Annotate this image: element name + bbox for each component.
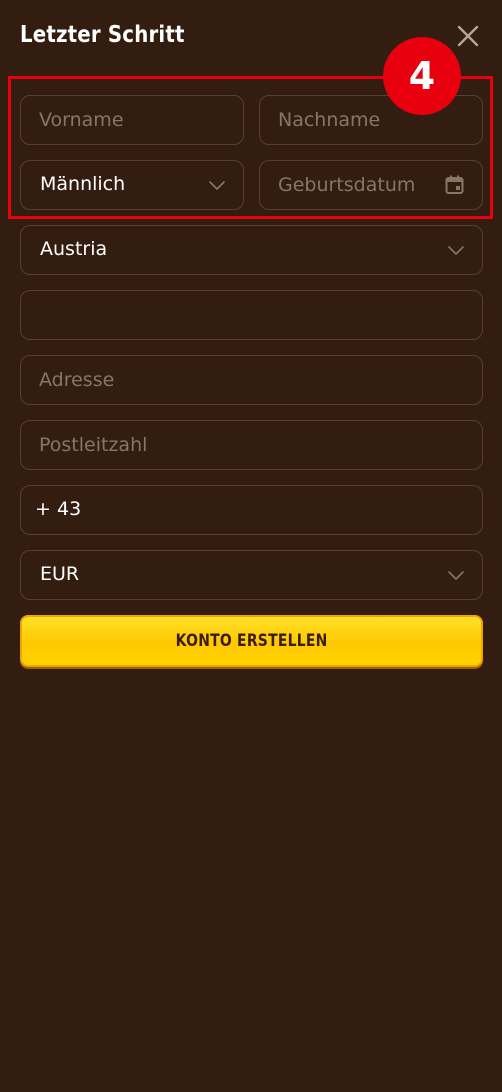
gender-select[interactable]: Männlich bbox=[20, 160, 244, 210]
postal-code-field[interactable] bbox=[20, 420, 483, 470]
close-button[interactable] bbox=[456, 24, 480, 48]
create-account-button[interactable]: KONTO ERSTELLEN bbox=[20, 615, 483, 667]
phone-country-code[interactable]: 43 bbox=[57, 486, 81, 533]
chevron-down-icon bbox=[448, 246, 464, 255]
birthdate-field[interactable] bbox=[259, 160, 483, 210]
city-input[interactable] bbox=[21, 291, 482, 339]
currency-selected-value: EUR bbox=[40, 563, 80, 585]
currency-select[interactable]: EUR bbox=[20, 550, 483, 600]
postal-code-input[interactable] bbox=[21, 421, 482, 469]
first-name-field[interactable] bbox=[20, 95, 244, 145]
calendar-icon[interactable] bbox=[444, 174, 465, 195]
country-selected-value: Austria bbox=[40, 238, 108, 260]
country-select[interactable]: Austria bbox=[20, 225, 483, 275]
chevron-down-icon bbox=[209, 181, 225, 190]
phone-prefix: + bbox=[35, 498, 51, 520]
city-field[interactable] bbox=[20, 290, 483, 340]
address-input[interactable] bbox=[21, 356, 482, 404]
step-number-badge: 4 bbox=[383, 37, 461, 115]
address-field[interactable] bbox=[20, 355, 483, 405]
chevron-down-icon bbox=[448, 571, 464, 580]
gender-selected-value: Männlich bbox=[40, 173, 126, 195]
page-title: Letzter Schritt bbox=[20, 22, 185, 48]
first-name-input[interactable] bbox=[21, 96, 243, 144]
close-icon bbox=[457, 25, 479, 47]
phone-field[interactable]: + 43 bbox=[20, 485, 483, 535]
create-account-label: KONTO ERSTELLEN bbox=[175, 631, 328, 651]
